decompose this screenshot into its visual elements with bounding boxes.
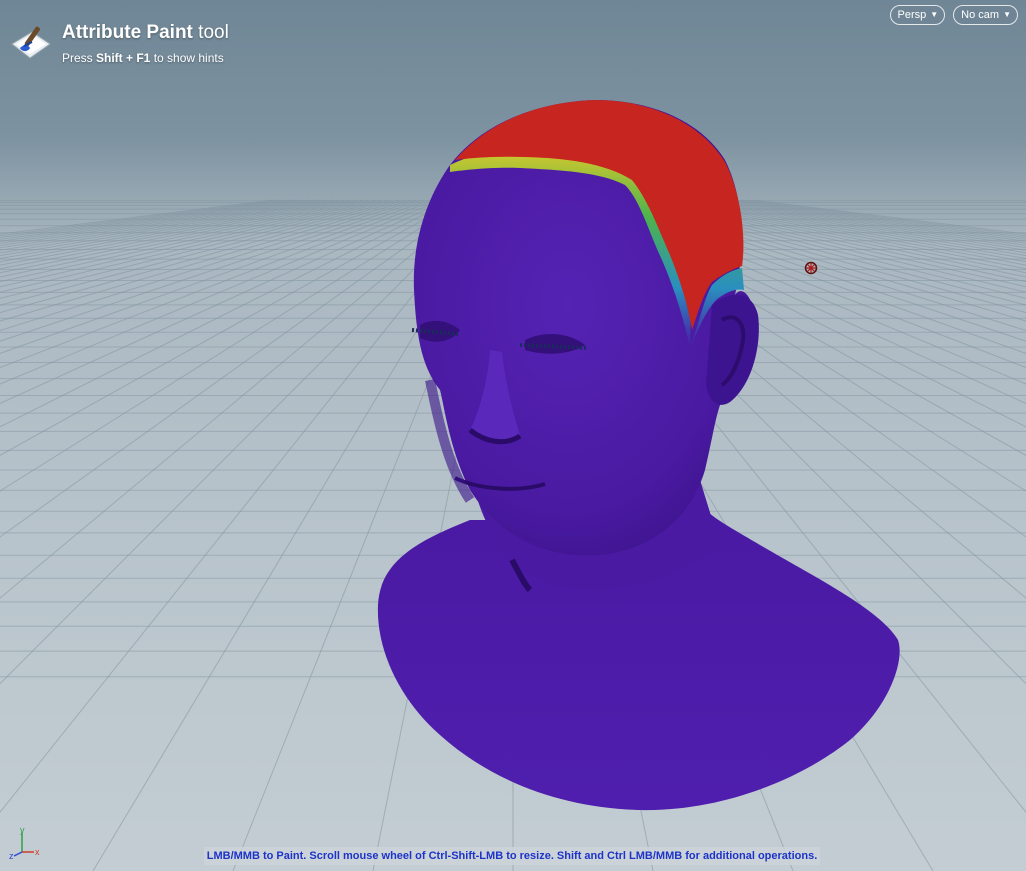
ear-region [706,294,759,405]
view-menu: Persp ▼ No cam ▼ [889,5,1018,25]
chevron-down-icon: ▼ [1003,10,1011,19]
status-message: LMB/MMB to Paint. Scroll mouse wheel of … [206,850,818,862]
y-axis-label: y [20,826,25,835]
projection-label: Persp [897,9,927,21]
x-axis-label: x [35,847,40,857]
brush-cursor-icon[interactable] [804,261,818,275]
tool-hint: Press Shift + F1 to show hints [62,51,224,65]
status-bar: LMB/MMB to Paint. Scroll mouse wheel of … [204,847,820,865]
tool-title: Attribute Paint tool [62,22,229,44]
z-axis-label: z [9,851,14,860]
projection-menu-button[interactable]: Persp ▼ [889,5,946,25]
tool-title-rest: tool [192,22,229,43]
head-mesh[interactable] [0,0,1026,871]
chevron-down-icon: ▼ [930,10,939,19]
tool-hint-keys: Shift + F1 [96,51,151,65]
tool-hint-suffix: to show hints [150,51,224,65]
paint-brush-icon [11,26,51,59]
z-axis-line [13,851,23,857]
camera-menu-button[interactable]: No cam ▼ [953,5,1018,25]
tool-hint-prefix: Press [62,51,97,65]
scene-viewport[interactable]: Attribute Paint tool Press Shift + F1 to… [0,0,1026,871]
tool-title-strong: Attribute Paint [62,22,193,43]
axis-gizmo: y x z [9,826,40,860]
camera-label: No cam [961,9,1000,21]
